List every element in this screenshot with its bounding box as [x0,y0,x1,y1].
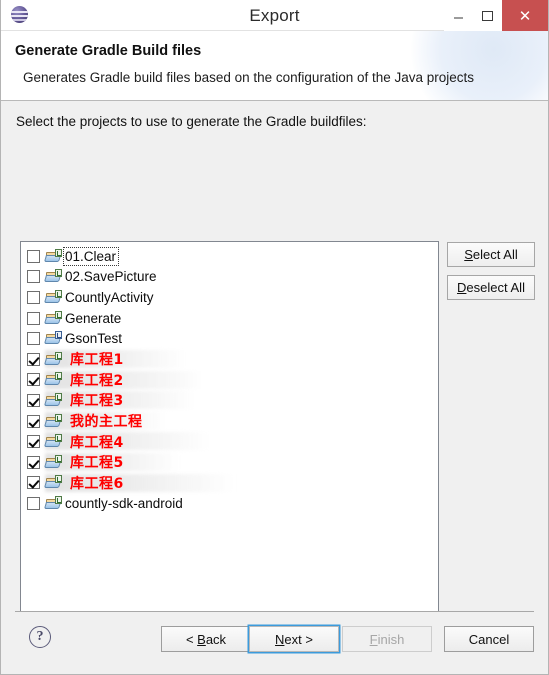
back-mnemonic: B [197,631,206,647]
java-project-folder-icon [43,351,62,367]
window-controls: ✕ [444,0,548,31]
java-project-folder-icon [43,310,62,326]
project-checkbox[interactable] [27,496,40,510]
project-checkbox-checked[interactable] [27,435,40,449]
java-project-folder-icon [43,331,62,346]
export-wizard-window: Export ✕ Generate Gradle Build files Gen… [0,0,549,675]
project-list-item[interactable]: Generate [21,308,438,329]
project-name-label: Generate [65,310,122,326]
eclipse-icon [9,4,31,26]
project-checkbox-checked[interactable] [27,373,40,387]
java-project-folder-icon [43,475,62,490]
page-description: Generates Gradle build files based on th… [23,70,475,85]
select-projects-label: Select the projects to use to generate t… [16,114,366,129]
project-checkbox[interactable] [27,311,40,325]
project-annotation-label: 库工程3 [70,393,124,410]
project-annotation-label: 我的主工程 [70,414,143,431]
project-annotation-label: 库工程5 [70,455,124,472]
title-bar: Export ✕ [1,0,548,31]
project-list-item[interactable]: GsonTest [21,328,438,349]
project-annotation-label: 库工程2 [70,372,124,389]
project-checkbox-checked[interactable] [27,352,40,366]
project-annotation-label: 库工程1 [70,352,124,369]
project-checkbox[interactable] [27,249,40,263]
header-decoration [411,31,548,100]
project-list-item[interactable]: 库工程2 [21,370,438,391]
finish-button: Finish [342,626,432,652]
java-project-folder-icon [43,289,62,305]
java-project-folder-icon [43,372,62,387]
finish-mnemonic: F [369,631,378,647]
label-part-post: enerate the Gradle buildfiles: [193,114,367,129]
project-checkbox[interactable] [27,332,40,346]
java-project-folder-icon [43,413,62,429]
project-name-label: countly-sdk-android [65,495,183,511]
project-checkbox-checked[interactable] [27,414,40,428]
project-name-label: 01.Clear [62,246,120,266]
back-button[interactable]: < Back [161,626,251,652]
help-icon[interactable]: ? [29,626,51,648]
project-checkbox[interactable] [27,290,40,304]
project-list[interactable]: 01.Clear 02.SavePicture CountlyActivity Gen… [20,241,439,646]
java-project-folder-icon [43,392,62,408]
select-all-button[interactable]: Select All [447,242,535,267]
project-list-item[interactable]: 01.Clear [21,246,438,267]
project-list-item[interactable]: 02.SavePicture [21,267,438,288]
project-checkbox-checked[interactable] [27,476,40,490]
project-name-label: GsonTest [65,331,123,347]
select-all-mnemonic: S [464,247,473,262]
close-icon[interactable]: ✕ [502,0,548,31]
next-button[interactable]: Next > [249,626,339,652]
project-list-items: 01.Clear 02.SavePicture CountlyActivity Gen… [21,242,438,514]
label-part-pre: Select the projects to use to [16,114,187,129]
java-project-folder-icon [43,248,62,264]
label-mnemonic: g [186,114,194,129]
project-checkbox-checked[interactable] [27,455,40,469]
project-list-item[interactable]: 库工程4 [21,431,438,452]
java-project-folder-icon [43,269,62,284]
project-list-item[interactable]: 库工程1 [21,349,438,370]
select-all-label: elect All [472,247,518,262]
project-annotation-label: 库工程6 [70,475,124,492]
deselect-all-mnemonic: D [457,280,467,295]
maximize-icon[interactable] [473,0,502,31]
wizard-header: Generate Gradle Build files Generates Gr… [1,31,548,101]
project-list-item[interactable]: 我的主工程 [21,411,438,432]
project-list-item[interactable]: 库工程5 [21,452,438,473]
wizard-body: Select the projects to use to generate t… [1,101,548,646]
project-list-item[interactable]: countly-sdk-android [21,493,438,514]
project-name-label: CountlyActivity [65,289,154,305]
back-label: ack [205,631,227,647]
java-project-folder-icon [43,434,62,449]
deselect-all-button[interactable]: Deselect All [447,275,535,300]
project-checkbox-checked[interactable] [27,393,40,407]
next-mnemonic: N [275,631,285,647]
project-list-item[interactable]: 库工程6 [21,473,438,494]
deselect-all-label: eselect All [466,280,525,295]
cancel-button[interactable]: Cancel [444,626,534,652]
java-project-folder-icon [43,495,62,511]
redacted-project-name [45,370,205,389]
project-checkbox[interactable] [27,270,40,284]
finish-label: inish [377,631,405,647]
next-label: ext > [284,631,313,647]
minimize-icon[interactable] [444,0,473,31]
java-project-folder-icon [43,454,62,470]
project-list-item[interactable]: CountlyActivity [21,287,438,308]
project-annotation-label: 库工程4 [70,434,124,451]
page-title: Generate Gradle Build files [15,43,202,59]
project-list-item[interactable]: 库工程3 [21,390,438,411]
footer-bar: ? < Back Next > Finish Cancel [1,612,548,674]
project-name-label: 02.SavePicture [65,269,157,285]
